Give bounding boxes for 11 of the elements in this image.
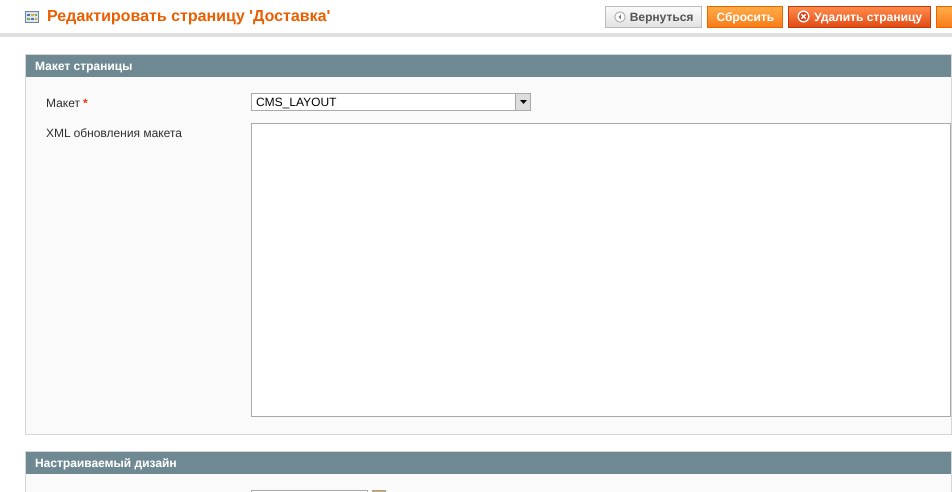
grid-icon <box>25 10 39 22</box>
required-mark: * <box>82 95 88 112</box>
field-label: Макет <box>46 95 80 112</box>
page-title: Редактировать страницу 'Доставка' <box>47 6 330 26</box>
section-header: Настраиваемый дизайн <box>26 452 951 474</box>
layout-select[interactable]: CMS_LAYOUT <box>251 93 531 111</box>
section-header: Макет страницы <box>26 55 951 77</box>
close-icon <box>797 10 810 23</box>
more-button[interactable] <box>936 6 952 28</box>
back-button[interactable]: Вернуться <box>604 6 702 28</box>
field-label: XML обновления макета <box>46 125 182 142</box>
